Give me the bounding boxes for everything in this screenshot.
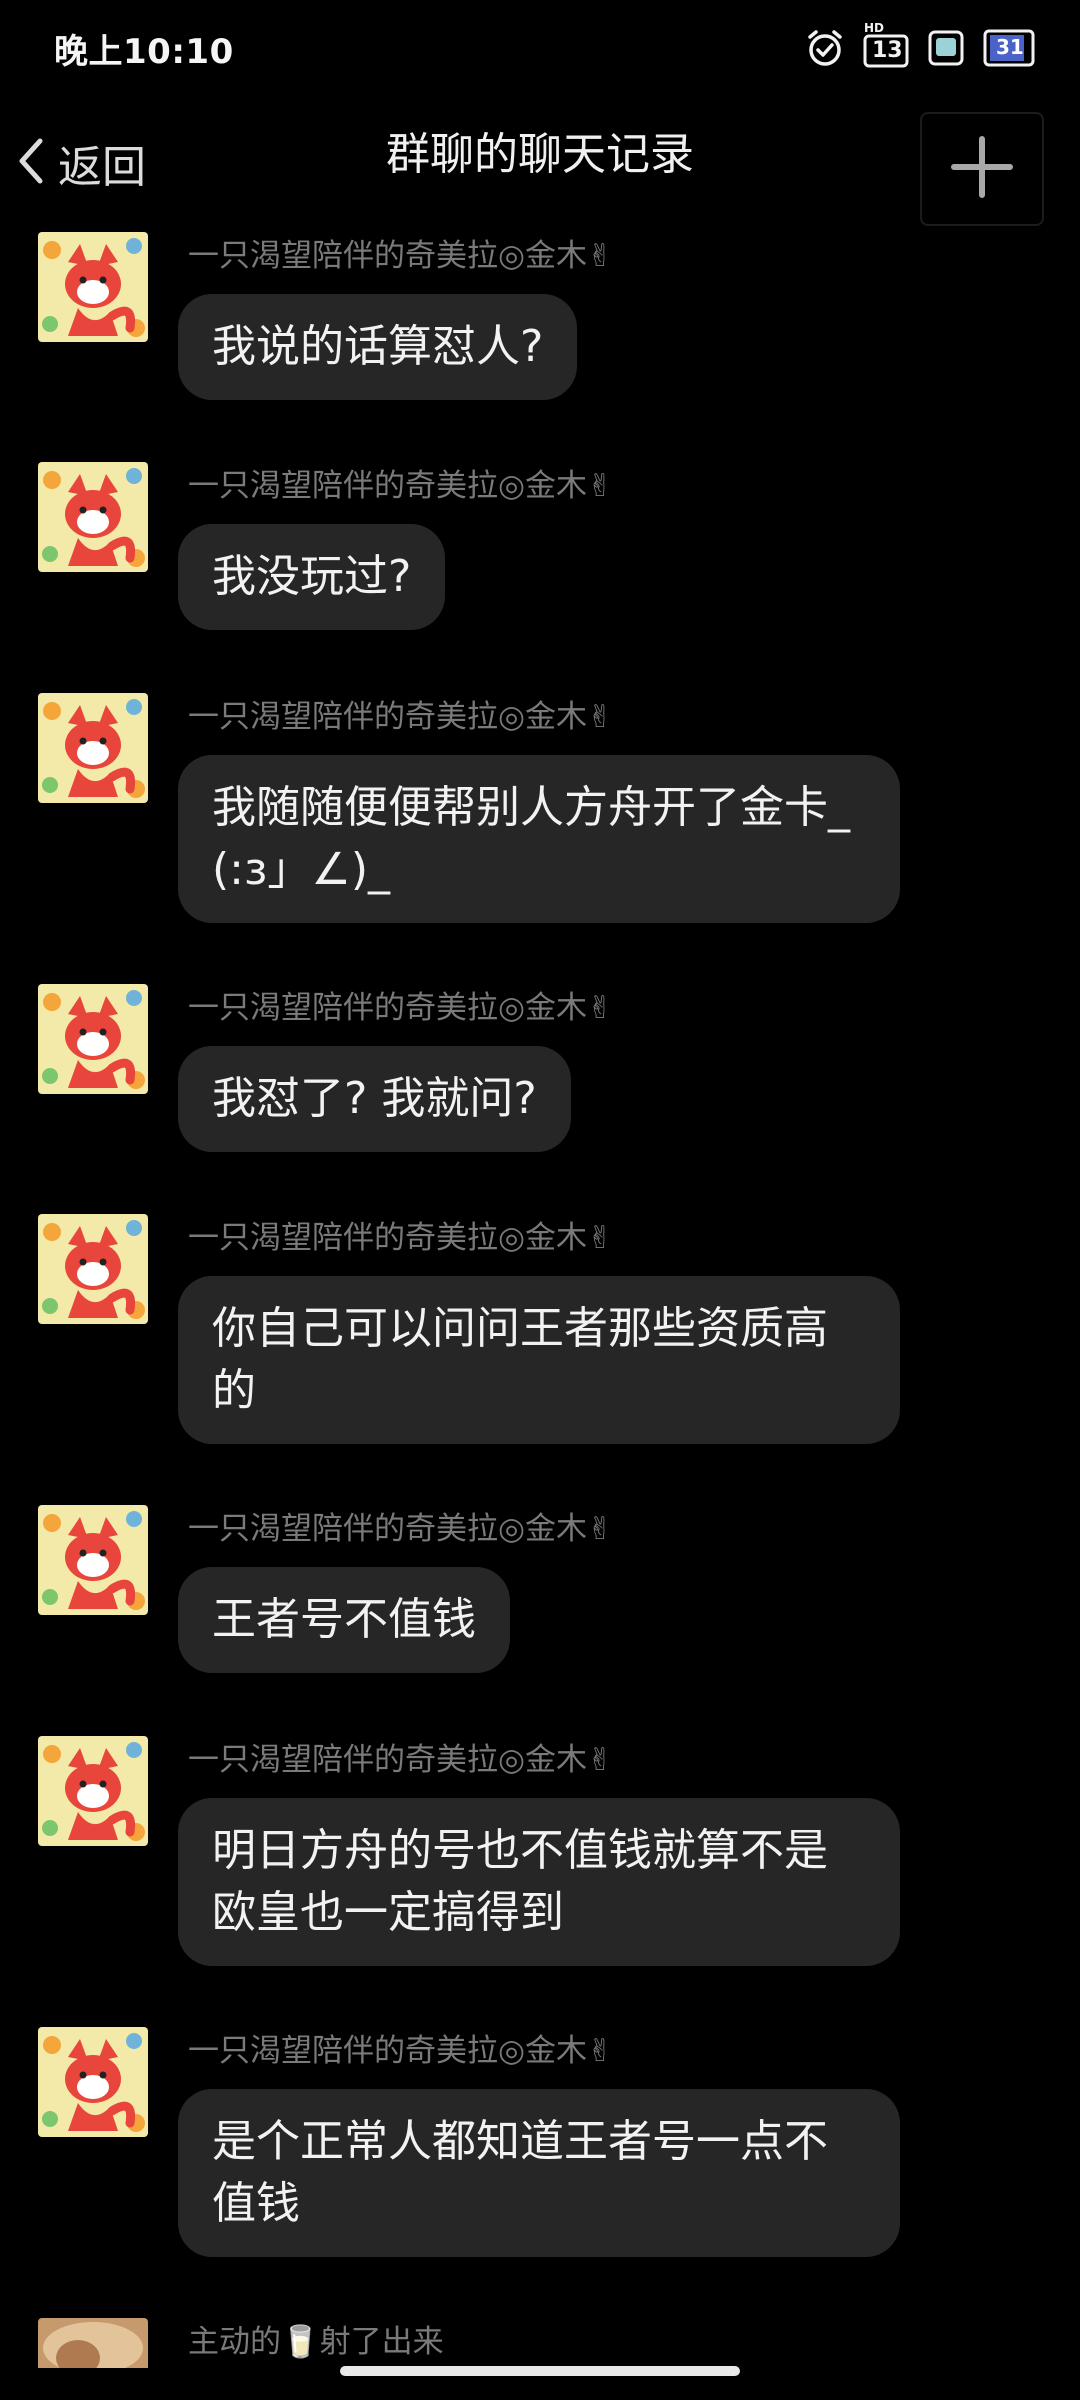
page-title: 群聊的聊天记录 [386,129,694,180]
message-bubble[interactable]: 我怼了? 我就问? [178,1046,571,1152]
avatar[interactable] [38,462,148,572]
alarm-icon [804,27,846,69]
nav-bar: 返回 群聊的聊天记录 [0,96,1080,232]
status-time: 晚上10:10 [54,32,234,72]
avatar[interactable] [38,2027,148,2137]
sender-name: 一只渴望陪伴的奇美拉◎金木✌ [188,1742,614,1778]
avatar[interactable] [38,1214,148,1324]
calendar-day: 31 [996,35,1024,59]
sender-name: 一只渴望陪伴的奇美拉◎金木✌ [188,699,614,735]
hd-label: HD [864,21,885,35]
home-indicator[interactable] [340,2366,740,2376]
sender-name: 一只渴望陪伴的奇美拉◎金木✌ [188,2033,614,2069]
message-bubble[interactable]: 明日方舟的号也不值钱就算不是欧皇也一定搞得到 [178,1798,900,1966]
sender-name: 一只渴望陪伴的奇美拉◎金木✌ [188,990,614,1026]
sender-name: 一只渴望陪伴的奇美拉◎金木✌ [188,1511,614,1547]
status-icons: HD 13 31 [804,21,1036,72]
message-bubble[interactable]: 你自己可以问问王者那些资质高的 [178,1276,900,1444]
avatar[interactable] [38,693,148,803]
sender-name: 一只渴望陪伴的奇美拉◎金木✌ [188,1220,614,1256]
cellular-signal-icon: HD 13 [862,21,910,69]
chat-history[interactable]: 一只渴望陪伴的奇美拉◎金木✌ 我说的话算怼人? 一只渴望陪伴的奇美拉◎金木✌ 我… [0,232,1080,2368]
message-bubble[interactable]: 是个正常人都知道王者号一点不值钱 [178,2089,900,2257]
avatar[interactable] [38,984,148,1094]
avatar[interactable] [38,2318,148,2368]
calendar-icon: 31 [982,26,1036,70]
plus-icon [950,135,1014,203]
message-bubble[interactable]: 我说的话算怼人? [178,294,578,400]
signal-label: 13 [872,38,903,63]
message-bubble[interactable]: 我没玩过? [178,524,446,630]
avatar[interactable] [38,232,148,342]
avatar[interactable] [38,1736,148,1846]
message-bubble[interactable]: 王者号不值钱 [178,1567,510,1673]
add-button[interactable] [920,112,1044,226]
sender-name: 主动的🥛射了出来 [188,2324,444,2360]
avatar[interactable] [38,1505,148,1615]
shield-icon [926,27,966,69]
status-bar: 晚上10:10 HD 13 31 [0,0,1080,96]
sender-name: 一只渴望陪伴的奇美拉◎金木✌ [188,468,614,504]
message-bubble[interactable]: 我随随便便帮别人方舟开了金卡_(:з」∠)_ [178,755,900,923]
sender-name: 一只渴望陪伴的奇美拉◎金木✌ [188,238,614,274]
